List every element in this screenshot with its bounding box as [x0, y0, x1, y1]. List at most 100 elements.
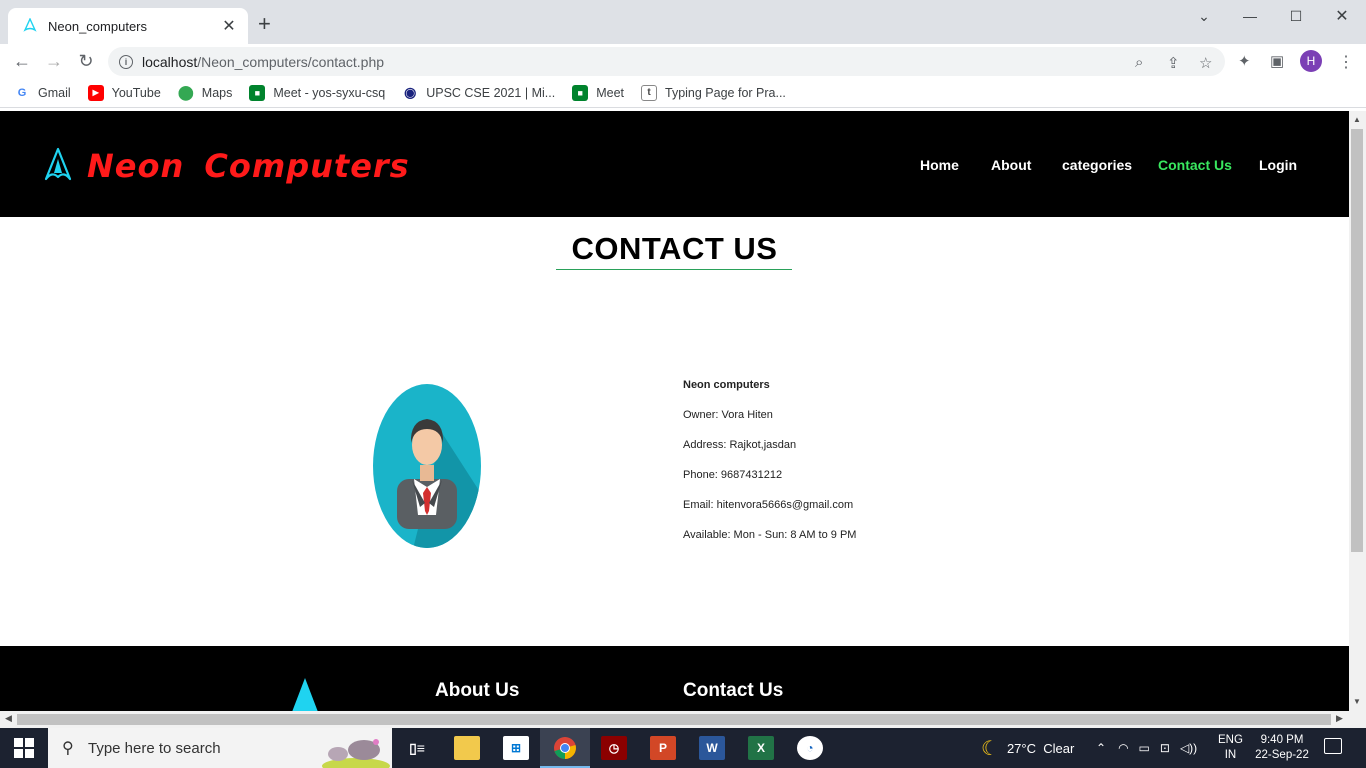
logo-icon[interactable]	[42, 147, 74, 185]
clock-time: 9:40 PM	[1260, 734, 1304, 746]
browser-tab[interactable]: Neon_computers ✕	[8, 8, 248, 44]
typing-icon: t	[641, 84, 657, 101]
network-icon[interactable]: ⊡	[1160, 741, 1170, 755]
profile-avatar[interactable]: H	[1300, 50, 1322, 72]
youtube-icon: ▶	[87, 84, 104, 101]
tab-search-icon[interactable]: ⌄	[1181, 0, 1227, 32]
notifications-icon[interactable]	[1324, 738, 1342, 754]
company-name: Neon computers	[683, 379, 770, 391]
search-icon: ⚲	[62, 740, 74, 757]
vertical-scrollbar[interactable]: ▲ ▼	[1349, 111, 1366, 711]
file-explorer-icon[interactable]	[454, 736, 480, 760]
brand-name[interactable]: Neon Computers	[87, 147, 410, 185]
bookmark-star-icon[interactable]: ☆	[1199, 54, 1212, 72]
search-placeholder: Type here to search	[88, 739, 221, 757]
address-line: Address: Rajkot,jasdan	[683, 439, 797, 451]
browser-toolbar: ← → ↻ i localhost/Neon_computers/contact…	[0, 44, 1366, 78]
task-view-icon[interactable]: ▯≡	[404, 736, 430, 760]
page-title: CONTACT US	[571, 231, 778, 266]
powerpoint-icon[interactable]: P	[650, 736, 676, 760]
forward-icon[interactable]: →	[42, 49, 66, 73]
meet-now-icon[interactable]: ▭	[1139, 741, 1150, 755]
clock-date: 22-Sep-22	[1255, 749, 1309, 761]
word-icon[interactable]: W	[699, 736, 725, 760]
reload-icon[interactable]: ↻	[74, 49, 98, 73]
footer-logo-icon	[292, 678, 318, 711]
bookmark-upsc[interactable]: ◉ UPSC CSE 2021 | Mi...	[402, 84, 555, 101]
meet-icon: ■	[572, 84, 589, 101]
clock-app-icon[interactable]: ◷	[601, 736, 627, 760]
availability-line: Available: Mon - Sun: 8 AM to 9 PM	[683, 529, 857, 541]
nav-home[interactable]: Home	[920, 157, 959, 173]
speedometer-app-icon[interactable]: ◔	[797, 736, 823, 760]
back-icon[interactable]: ←	[10, 49, 34, 73]
volume-icon[interactable]: ◁))	[1180, 741, 1197, 755]
nav-categories[interactable]: categories	[1062, 157, 1132, 173]
site-favicon-icon	[23, 18, 37, 32]
side-panel-icon[interactable]: ▣	[1270, 52, 1284, 70]
horizontal-scrollbar[interactable]: ◀ ▶	[0, 711, 1366, 728]
upsc-icon: ◉	[404, 84, 417, 100]
share-icon[interactable]: ⇪	[1167, 54, 1180, 72]
tab-strip: Neon_computers ✕ + ⌄ — ☐ ✕	[0, 0, 1366, 44]
nav-login[interactable]: Login	[1259, 157, 1297, 173]
excel-icon[interactable]: X	[748, 736, 774, 760]
close-window-button[interactable]: ✕	[1319, 0, 1365, 32]
maps-icon: ⬤	[177, 84, 194, 100]
bookmark-typing[interactable]: t Typing Page for Pra...	[641, 84, 786, 101]
footer-contact-heading: Contact Us	[683, 680, 784, 701]
extensions-icon[interactable]: ✦	[1238, 52, 1251, 70]
bookmark-gmail[interactable]: G Gmail	[14, 85, 71, 101]
bookmark-meet[interactable]: ■ Meet - yos-syxu-csq	[249, 84, 385, 101]
tab-close-icon[interactable]: ✕	[220, 16, 238, 36]
weather-widget[interactable]: ☾ 27°C Clear	[981, 728, 1074, 768]
scroll-up-icon[interactable]: ▲	[1353, 115, 1361, 124]
new-tab-button[interactable]: +	[258, 12, 271, 36]
phone-line: Phone: 9687431212	[683, 469, 783, 481]
tray-icons: ⌃ ◠ ▭ ⊡ ◁))	[1096, 728, 1197, 768]
owner-line: Owner: Vora Hiten	[683, 409, 773, 421]
url-path: /Neon_computers/contact.php	[197, 53, 385, 70]
site-info-icon[interactable]: i	[119, 54, 133, 69]
email-line: Email: hitenvora5666s@gmail.com	[683, 499, 854, 511]
language-indicator[interactable]: ENG IN	[1218, 733, 1243, 763]
site-footer: About Us Contact Us	[0, 646, 1349, 711]
nav-contact[interactable]: Contact Us	[1158, 157, 1232, 173]
site-header: Neon Computers Home About categories Con…	[0, 111, 1349, 217]
footer-about-heading: About Us	[435, 680, 520, 701]
nav-about[interactable]: About	[991, 157, 1031, 173]
clock[interactable]: 9:40 PM 22-Sep-22	[1252, 733, 1312, 763]
menu-icon[interactable]: ⋮	[1338, 52, 1354, 72]
taskbar-search[interactable]: ⚲ Type here to search	[48, 728, 392, 768]
chrome-icon	[554, 737, 576, 759]
weather-text: 27°C Clear	[1006, 740, 1075, 756]
scroll-right-icon[interactable]: ▶	[1336, 713, 1343, 724]
scroll-left-icon[interactable]: ◀	[5, 713, 12, 724]
zoom-icon[interactable]: ⌕	[1135, 54, 1143, 71]
gmail-icon: G	[17, 86, 27, 99]
windows-start-icon[interactable]	[14, 738, 34, 758]
address-bar[interactable]: i localhost/Neon_computers/contact.php ⌕…	[108, 47, 1225, 76]
owner-avatar-icon	[373, 384, 481, 548]
scroll-down-icon[interactable]: ▼	[1353, 697, 1361, 706]
tab-title: Neon_computers	[48, 18, 147, 34]
page-viewport: Neon Computers Home About categories Con…	[0, 111, 1349, 711]
bookmark-meet-2[interactable]: ■ Meet	[572, 84, 624, 101]
title-underline	[556, 269, 792, 270]
chrome-taskbar-button[interactable]	[540, 728, 590, 768]
bookmark-youtube[interactable]: ▶ YouTube	[87, 84, 161, 101]
bookmarks-bar: G Gmail ▶ YouTube ⬤ Maps ■ Meet - yos-syxu-c…	[0, 78, 1366, 108]
search-highlight-illustration-icon	[322, 739, 390, 768]
vertical-scroll-thumb[interactable]	[1351, 129, 1363, 552]
moon-icon: ☾	[981, 737, 999, 760]
meet-icon: ■	[249, 84, 266, 101]
bookmark-maps[interactable]: ⬤ Maps	[177, 84, 232, 101]
wifi-icon[interactable]: ◠	[1118, 741, 1128, 755]
show-hidden-icon[interactable]: ⌃	[1096, 741, 1106, 755]
ms-store-icon[interactable]: ⊞	[503, 736, 529, 760]
minimize-button[interactable]: —	[1227, 0, 1273, 32]
windows-taskbar: ⚲ Type here to search ▯≡ ⊞ ◷ P W X ◔ ☾ 2…	[0, 728, 1366, 768]
url-host: localhost	[142, 53, 198, 70]
horizontal-scroll-thumb[interactable]	[17, 714, 1331, 725]
maximize-button[interactable]: ☐	[1273, 0, 1319, 32]
